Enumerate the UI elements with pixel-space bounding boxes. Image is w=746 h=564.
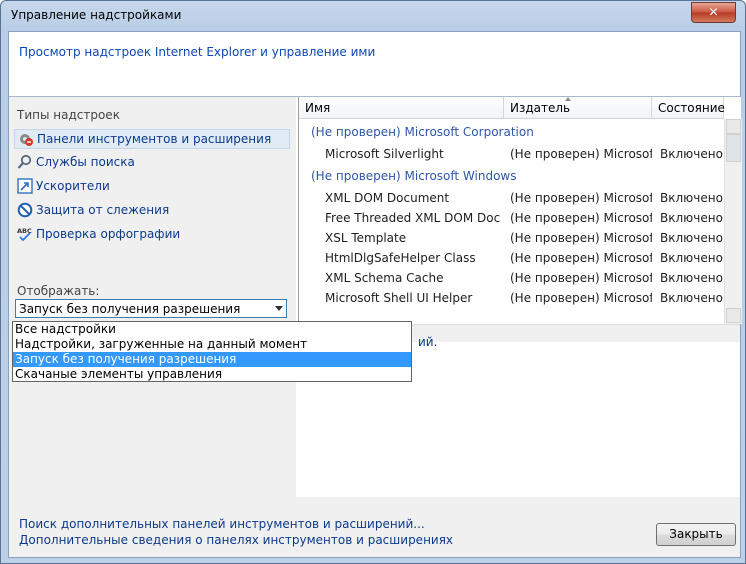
column-header-publisher[interactable]: Издатель	[504, 97, 652, 119]
sidebar-item-accelerators[interactable]: Ускорители	[17, 177, 110, 195]
close-button[interactable]: Закрыть	[656, 523, 736, 546]
sort-ascending-icon	[565, 97, 571, 101]
close-icon: ✕	[708, 5, 719, 19]
column-header-status[interactable]: Состояние	[652, 97, 725, 119]
vertical-scrollbar[interactable]	[724, 119, 742, 324]
gear-icon	[18, 131, 34, 147]
scroll-down-button[interactable]	[726, 308, 741, 323]
column-header-name[interactable]: Имя	[299, 97, 504, 119]
addon-manager-window: Управление надстройками ✕ Просмотр надст…	[0, 0, 746, 564]
block-icon	[17, 202, 33, 218]
sidebar-item-spellcheck[interactable]: ABC Проверка орфографии	[17, 225, 180, 243]
sidebar-item-label: Защита от слежения	[36, 203, 170, 217]
display-label: Отображать:	[17, 284, 100, 298]
window-close-button[interactable]: ✕	[691, 2, 736, 23]
spellcheck-icon: ABC	[17, 226, 33, 242]
group-header[interactable]: (Не проверен) Microsoft Corporation	[311, 125, 534, 139]
table-row[interactable]: Microsoft Silverlight (Не проверен) Micr…	[299, 144, 724, 164]
client-area: Просмотр надстроек Internet Explorer и у…	[8, 31, 742, 558]
group-header[interactable]: (Не проверен) Microsoft Windows	[311, 169, 517, 183]
header-panel: Просмотр надстроек Internet Explorer и у…	[9, 32, 740, 97]
table-row[interactable]: Free Threaded XML DOM Docu... (Не провер…	[299, 208, 724, 228]
sidebar-item-label: Ускорители	[36, 179, 110, 193]
table-row[interactable]: XSL Template (Не проверен) Microsof... В…	[299, 228, 724, 248]
scroll-thumb[interactable]	[726, 134, 741, 162]
sidebar-item-label: Службы поиска	[36, 155, 135, 169]
dropdown-option-downloaded[interactable]: Скачаные элементы управления	[13, 367, 411, 382]
bottom-panel: Поиск дополнительных панелей инструменто…	[9, 497, 740, 557]
chevron-down-icon[interactable]	[275, 306, 283, 311]
sidebar-item-label: Панели инструментов и расширения	[37, 132, 272, 146]
sidebar-item-label: Проверка орфографии	[36, 227, 181, 241]
dropdown-option-run-without-permission[interactable]: Запуск без получения разрешения	[13, 352, 411, 367]
search-icon	[17, 154, 33, 170]
addon-types-label: Типы надстроек	[17, 108, 120, 122]
details-text-fragment: ий.	[418, 335, 438, 349]
display-filter-dropdown[interactable]: Все надстройки Надстройки, загруженные н…	[12, 321, 412, 382]
addon-types-pane: Типы надстроек Панели инструментов и рас…	[9, 97, 296, 497]
sidebar-item-search[interactable]: Службы поиска	[17, 153, 135, 171]
table-row[interactable]: Microsoft Shell UI Helper (Не проверен) …	[299, 288, 724, 308]
scroll-up-button[interactable]	[726, 119, 741, 134]
header-text: Просмотр надстроек Internet Explorer и у…	[19, 45, 376, 59]
find-more-link[interactable]: Поиск дополнительных панелей инструменто…	[19, 517, 425, 531]
dropdown-option-loaded[interactable]: Надстройки, загруженные на данный момент	[13, 337, 411, 352]
learn-more-link[interactable]: Дополнительные сведения о панелях инстру…	[19, 533, 453, 547]
display-filter-combo[interactable]: Запуск без получения разрешения	[15, 299, 287, 318]
sidebar-item-toolbars[interactable]: Панели инструментов и расширения	[14, 129, 290, 149]
title-bar[interactable]: Управление надстройками ✕	[1, 1, 745, 31]
table-row[interactable]: HtmlDlgSafeHelper Class (Не проверен) Mi…	[299, 248, 724, 268]
window-title: Управление надстройками	[11, 8, 182, 22]
combo-value: Запуск без получения разрешения	[19, 302, 241, 316]
dropdown-option-all[interactable]: Все надстройки	[13, 322, 411, 337]
table-row[interactable]: XML Schema Cache (Не проверен) Microsof.…	[299, 268, 724, 288]
table-row[interactable]: XML DOM Document (Не проверен) Microsof.…	[299, 188, 724, 208]
sidebar-item-tracking-protection[interactable]: Защита от слежения	[17, 201, 169, 219]
addon-list: Имя Издатель Состояние (Не проверен) Mic…	[298, 97, 742, 324]
accelerator-icon	[17, 178, 33, 194]
